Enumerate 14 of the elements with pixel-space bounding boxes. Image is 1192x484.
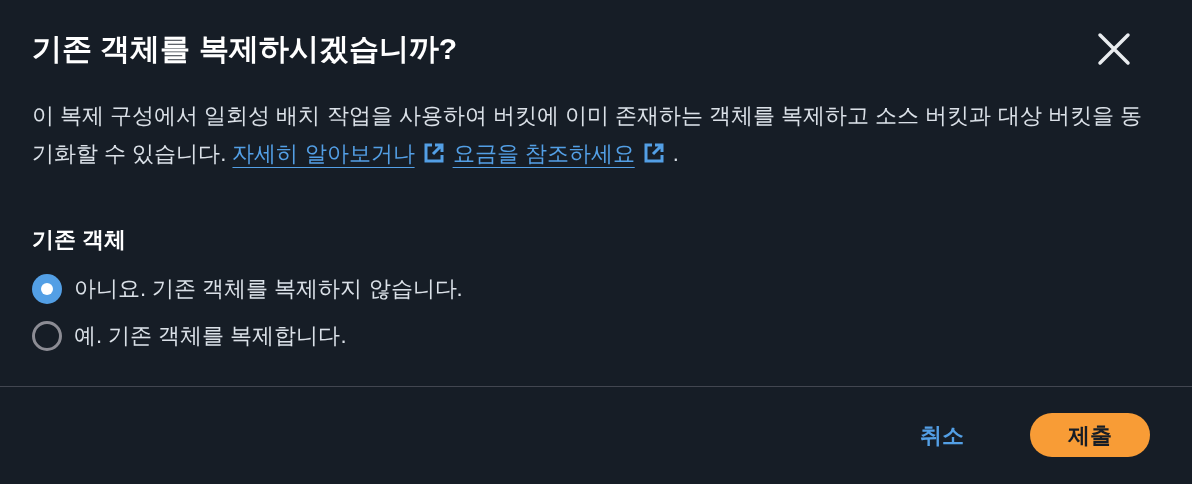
- description-text: 이 복제 구성에서 일회성 배치 작업을 사용하여 버킷에 이미 존재하는 객체를 복제하고 소스 버킷과 대상 버킷을 동기화할 수 있습니다. 자세히 알아보거나 요금을 참조하세요 .: [31, 102, 1143, 168]
- field-label: 기존 객체: [32, 226, 128, 254]
- external-link-icon: [422, 142, 445, 164]
- radio-button[interactable]: [32, 320, 62, 351]
- dialog-title: 기존 객체를 복제하시겠습니까?: [32, 31, 457, 67]
- close-icon[interactable]: [1096, 30, 1132, 67]
- help-link[interactable]: 자세히 알아보거나: [232, 141, 445, 166]
- radio-label[interactable]: 아니요. 기존 객체를 복제하지 않습니다.: [74, 272, 463, 305]
- radio-button[interactable]: [32, 273, 62, 304]
- help-link[interactable]: 요금을 참조하세요: [452, 141, 665, 166]
- submit-button[interactable]: 제출: [1030, 413, 1150, 457]
- radio-label[interactable]: 예. 기존 객체를 복제합니다.: [74, 319, 347, 352]
- external-link-icon: [642, 142, 665, 164]
- cancel-button[interactable]: 취소: [920, 418, 964, 452]
